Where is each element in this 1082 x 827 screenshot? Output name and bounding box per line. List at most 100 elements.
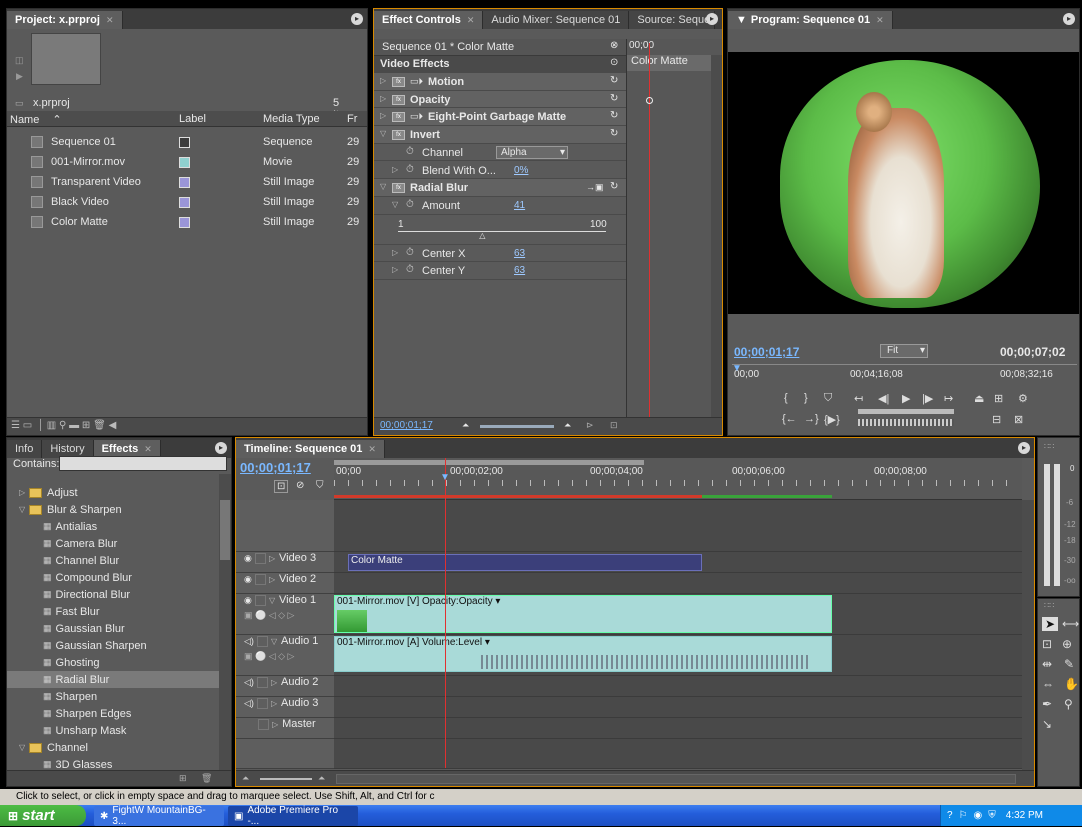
close-icon[interactable]: ✕	[368, 444, 376, 455]
ripple-icon[interactable]: ⊳	[586, 420, 594, 431]
automate-icon[interactable]: ▥	[47, 420, 56, 431]
zoom-out-icon[interactable]: ⏶	[242, 773, 249, 784]
col-name[interactable]: Name ⌃	[10, 113, 62, 126]
settings-icon[interactable]: ⚙	[1018, 392, 1028, 405]
export-icon[interactable]: ⊡	[610, 420, 618, 431]
close-icon[interactable]: ✕	[876, 15, 884, 26]
stopwatch-icon[interactable]: ⏱	[406, 164, 414, 175]
work-area-bar[interactable]	[334, 460, 644, 465]
eye-icon[interactable]: ◉	[244, 574, 252, 584]
zoom-slider[interactable]	[480, 425, 554, 428]
project-row[interactable]: Color Matte Still Image 29	[7, 213, 367, 232]
project-row[interactable]: Transparent Video Still Image 29	[7, 173, 367, 192]
tab-source[interactable]: Source: Sequence 01	[629, 11, 716, 29]
lock-icon[interactable]	[254, 552, 266, 564]
expand-icon[interactable]: ▷	[271, 699, 281, 708]
volume-tray-icon[interactable]: ◉	[974, 810, 983, 821]
ec-value[interactable]: 63	[514, 248, 525, 259]
speaker-icon[interactable]: ◁)	[244, 698, 254, 708]
prev-edit-icon[interactable]: {←	[782, 413, 797, 425]
tab-timeline[interactable]: Timeline: Sequence 01 ✕	[236, 440, 385, 458]
effects-item[interactable]: ▦ Sharpen	[7, 688, 219, 705]
amount-slider-track[interactable]	[398, 230, 606, 232]
lift-icon[interactable]: ⏏	[974, 392, 984, 405]
ec-scrollbar[interactable]	[711, 55, 722, 419]
speaker-icon[interactable]: ◁)	[244, 636, 254, 646]
effects-item[interactable]: ▦ Gaussian Blur	[7, 620, 219, 637]
zoom-in-icon[interactable]: ⏶	[318, 773, 325, 784]
effects-item[interactable]: ▦ Ghosting	[7, 654, 219, 671]
show-hide-timeline-icon[interactable]: ⊗	[610, 40, 618, 51]
collapse-icon[interactable]: ▽	[269, 596, 279, 605]
timeline-playhead[interactable]	[445, 458, 446, 768]
close-icon[interactable]: ✕	[106, 15, 114, 26]
tab-project[interactable]: Project: x.prproj ✕	[7, 11, 123, 29]
expand-icon[interactable]: ▷	[19, 488, 29, 497]
fx-toggle-icon[interactable]: fx	[392, 183, 405, 194]
panel-menu-icon[interactable]: ▸	[215, 442, 227, 454]
expand-icon[interactable]: ▷	[269, 575, 279, 584]
selection-tool-icon[interactable]: ➤	[1042, 617, 1058, 631]
lock-icon[interactable]	[256, 676, 268, 688]
timeline-ruler[interactable]: 00;00 00;00;02;00 00;00;04;00 00;00;06;0…	[334, 458, 1022, 500]
close-icon[interactable]: ✕	[144, 444, 152, 455]
clip-mirror-video[interactable]: 001-Mirror.mov [V] Opacity:Opacity ▾	[334, 595, 832, 633]
collapse-icon[interactable]: ▽	[19, 505, 29, 514]
fx-toggle-icon[interactable]: fx	[392, 130, 405, 141]
label-swatch[interactable]	[179, 197, 190, 208]
list-view-icon[interactable]: ☰	[11, 420, 20, 431]
stopwatch-icon[interactable]: ⏱	[406, 264, 414, 275]
clip-mirror-audio[interactable]: 001-Mirror.mov [A] Volume:Level ▾	[334, 636, 832, 672]
play-icon[interactable]: ▶	[16, 71, 23, 82]
panel-menu-icon[interactable]: ▸	[351, 13, 363, 25]
zoom-tool-icon[interactable]: ⚲	[1064, 697, 1073, 711]
effects-scrollbar[interactable]	[219, 474, 231, 770]
project-row[interactable]: Sequence 01 Sequence 29	[7, 133, 367, 152]
reset-icon[interactable]: ↻	[610, 181, 618, 192]
new-bin-icon[interactable]: ▬	[69, 420, 79, 431]
collapse-icon[interactable]: ▽	[392, 200, 402, 209]
delete-icon[interactable]: 🗑	[93, 420, 106, 431]
fx-toggle-icon[interactable]: fx	[392, 112, 405, 123]
chevron-down-icon[interactable]: ▼	[736, 14, 747, 26]
label-swatch[interactable]	[179, 137, 190, 148]
rate-stretch-tool-icon[interactable]: ⇹	[1042, 657, 1052, 671]
taskbar-item-premiere[interactable]: ▣ Adobe Premiere Pro -...	[228, 805, 358, 827]
reset-icon[interactable]: ↻	[610, 93, 618, 104]
icon-view-icon[interactable]: ▭	[23, 420, 32, 431]
panel-menu-icon[interactable]: ▸	[1063, 13, 1075, 25]
expand-icon[interactable]: ▷	[271, 678, 281, 687]
lane-master[interactable]	[334, 718, 1022, 739]
goto-out-icon[interactable]: ↦	[944, 392, 953, 405]
fx-toggle-icon[interactable]: fx	[392, 94, 405, 105]
security-tray-icon[interactable]: ⛨	[988, 810, 996, 821]
effects-item[interactable]: ▦ Antialias	[7, 518, 219, 535]
effects-item[interactable]: ▦ Fast Blur	[7, 603, 219, 620]
keyframe-icon[interactable]	[646, 97, 653, 104]
zoom-out-icon[interactable]: ⏶	[462, 420, 469, 431]
effects-scroll-thumb[interactable]	[220, 500, 230, 560]
stopwatch-icon[interactable]: ⏱	[406, 146, 414, 157]
lock-icon[interactable]	[254, 594, 266, 606]
eye-icon[interactable]: ◉	[244, 595, 252, 605]
track-select-tool-icon[interactable]: ⟷	[1062, 617, 1079, 631]
col-media-type[interactable]: Media Type	[263, 113, 320, 125]
snap-icon[interactable]: ⊡	[274, 480, 289, 493]
rolling-edit-tool-icon[interactable]: ⊕	[1062, 637, 1072, 651]
jog-wheel[interactable]	[858, 419, 954, 426]
expand-icon[interactable]: ▷	[380, 94, 390, 103]
panel-menu-icon[interactable]: ▸	[706, 13, 718, 25]
stopwatch-icon[interactable]: ⏱	[406, 199, 414, 210]
reset-icon[interactable]: ↻	[610, 128, 618, 139]
slip-tool-icon[interactable]: ⇔	[1042, 677, 1054, 691]
lock-icon[interactable]	[256, 697, 268, 709]
effects-item[interactable]: ▦ Unsharp Mask	[7, 722, 219, 739]
next-edit-icon[interactable]: →}	[804, 413, 819, 425]
expand-icon[interactable]: ▷	[392, 248, 402, 257]
timeline-timecode[interactable]: 00;00;01;17	[240, 460, 311, 475]
grip-icon[interactable]: ∷∷	[1044, 601, 1054, 610]
label-swatch[interactable]	[179, 157, 190, 168]
fit-dropdown[interactable]: Fit ▾	[880, 344, 928, 358]
timeline-zoom-slider[interactable]	[260, 778, 312, 780]
expand-icon[interactable]: ▷	[272, 720, 282, 729]
